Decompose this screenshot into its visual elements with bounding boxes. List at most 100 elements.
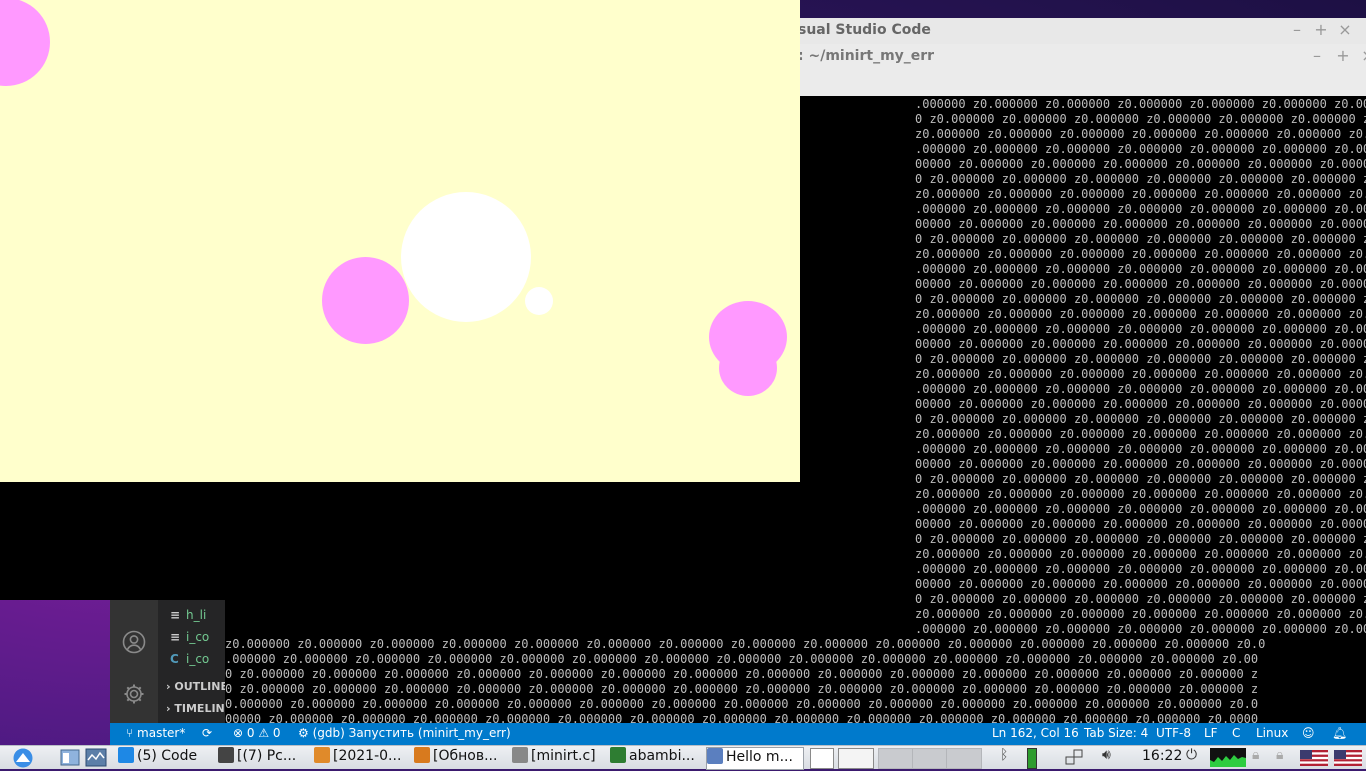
terminal-line: z0.000000 z0.000000 z0.000000 z0.000000 …	[915, 187, 1366, 201]
file-item[interactable]: Ci_co	[170, 652, 209, 666]
status-bar: ⑂ master* ⟳ ⊗ 0 ⚠ 0 ⚙ (gdb) Запустить (m…	[110, 723, 1366, 745]
maximize-icon[interactable]: +	[1311, 20, 1331, 39]
terminal-line: .000000 z0.000000 z0.000000 z0.000000 z0…	[915, 322, 1366, 336]
taskbar-task[interactable]: Hello m...	[706, 747, 804, 770]
terminal-line: 0 z0.000000 z0.000000 z0.000000 z0.00000…	[915, 172, 1366, 186]
image-viewer-icon	[314, 747, 330, 763]
terminal-close-icon[interactable]: ×	[1358, 46, 1366, 65]
system-monitor-icon[interactable]	[85, 748, 107, 767]
terminal-line: 0 z0.000000 z0.000000 z0.000000 z0.00000…	[225, 667, 1259, 681]
minimize-icon[interactable]: –	[1287, 20, 1307, 39]
terminal-line: .000000 z0.000000 z0.000000 z0.000000 z0…	[915, 442, 1366, 456]
file-manager-icon[interactable]	[60, 749, 80, 766]
terminal-line: .000000 z0.000000 z0.000000 z0.000000 z0…	[915, 97, 1366, 111]
chevron-right-icon: ›	[166, 702, 171, 715]
taskbar-task[interactable]: [minirt.c]	[512, 747, 606, 768]
taskbar: (5) Code [(7) Pc... [2021-0... [Обнов... [mi…	[0, 745, 1366, 770]
terminal-line: 0 z0.000000 z0.000000 z0.000000 z0.00000…	[915, 412, 1366, 426]
us-flag-icon[interactable]	[1300, 750, 1328, 766]
window-list-icon[interactable]	[810, 748, 834, 769]
terminal-line: .000000 z0.000000 z0.000000 z0.000000 z0…	[915, 382, 1366, 396]
feedback-icon[interactable]: ☺	[1302, 726, 1315, 740]
terminal-line: .000000 z0.000000 z0.000000 z0.000000 z0…	[915, 502, 1366, 516]
bluetooth-icon[interactable]: ᛒ	[1000, 747, 1008, 763]
clock[interactable]: 16:22	[1142, 748, 1182, 764]
lock-icon[interactable]: 🔒︎	[1276, 747, 1283, 763]
taskbar-task-label: [Обнов...	[433, 748, 498, 764]
workspace-1[interactable]	[838, 748, 874, 769]
render-canvas	[0, 0, 800, 482]
terminal-icon	[610, 747, 626, 763]
sphere	[322, 257, 409, 344]
git-branch-icon: ⑂	[126, 726, 134, 740]
terminal-maximize-icon[interactable]: +	[1333, 46, 1353, 65]
file-item[interactable]: ≡ h_li	[170, 608, 206, 622]
sphere	[525, 287, 553, 315]
terminal-line: .000000 z0.000000 z0.000000 z0.000000 z0…	[915, 202, 1366, 216]
taskbar-task-label: [(7) Pc...	[237, 748, 297, 764]
problems-indicator[interactable]: ⊗ 0 ⚠ 0	[233, 726, 281, 740]
sync-icon[interactable]: ⟳	[202, 726, 212, 740]
taskbar-task[interactable]: [Обнов...	[414, 747, 508, 768]
cpu-monitor-graph	[1210, 748, 1246, 767]
bell-icon[interactable]: 🔔︎	[1332, 726, 1347, 740]
cpu-graph-icon	[1210, 755, 1246, 767]
taskbar-task[interactable]: [(7) Pc...	[218, 747, 310, 768]
debug-icon: ⚙	[298, 726, 309, 740]
lock-icon[interactable]: 🔒︎	[1252, 747, 1259, 763]
taskbar-task-label: Hello m...	[726, 749, 793, 765]
timeline-section[interactable]: › TIMELINE	[166, 702, 225, 715]
language-mode[interactable]: C	[1232, 726, 1240, 740]
gear-icon[interactable]	[122, 682, 146, 706]
terminal-line: z0.000000 z0.000000 z0.000000 z0.000000 …	[915, 307, 1366, 321]
package-icon	[414, 747, 430, 763]
file-item[interactable]: ≡ i_co	[170, 630, 209, 644]
outline-section[interactable]: › OUTLINE	[166, 680, 225, 693]
debug-launch[interactable]: ⚙ (gdb) Запустить (minirt_my_err)	[298, 726, 511, 740]
tab-size[interactable]: Tab Size: 4	[1084, 726, 1148, 740]
taskbar-task[interactable]: abambi...	[610, 747, 702, 768]
taskbar-task-label: abambi...	[629, 748, 695, 764]
encoding[interactable]: UTF-8	[1156, 726, 1191, 740]
os-indicator[interactable]: Linux	[1256, 726, 1288, 740]
terminal-line: z0.000000 z0.000000 z0.000000 z0.000000 …	[915, 427, 1366, 441]
us-flag-icon[interactable]	[1334, 750, 1362, 766]
sphere	[719, 340, 777, 396]
cursor-position[interactable]: Ln 162, Col 16	[992, 726, 1079, 740]
terminal-line: 0 z0.000000 z0.000000 z0.000000 z0.00000…	[915, 352, 1366, 366]
account-icon[interactable]	[122, 630, 146, 654]
taskbar-task[interactable]: [2021-0...	[314, 747, 410, 768]
network-icon[interactable]	[1064, 748, 1084, 767]
terminal-line: .000000 z0.000000 z0.000000 z0.000000 z0…	[915, 562, 1366, 576]
close-icon[interactable]: ×	[1335, 20, 1355, 39]
battery-icon[interactable]	[1027, 748, 1037, 769]
taskbar-task-label: (5) Code	[137, 748, 198, 764]
workspace-4[interactable]	[946, 748, 982, 769]
terminal-line: 0.000000 z0.000000 z0.000000 z0.000000 z…	[225, 697, 1259, 711]
terminal-line: 0 z0.000000 z0.000000 z0.000000 z0.00000…	[915, 592, 1366, 606]
taskbar-task[interactable]: (5) Code	[118, 747, 214, 768]
terminal-line: z0.000000 z0.000000 z0.000000 z0.000000 …	[915, 247, 1366, 261]
end-of-line[interactable]: LF	[1204, 726, 1218, 740]
taskbar-task-label: [2021-0...	[333, 748, 402, 764]
terminal-line: 00000 z0.000000 z0.000000 z0.000000 z0.0…	[915, 277, 1366, 291]
terminal-line: 0 z0.000000 z0.000000 z0.000000 z0.00000…	[915, 112, 1366, 126]
volume-icon[interactable]: 🔊︎	[1102, 747, 1111, 763]
branch-indicator[interactable]: ⑂ master*	[126, 726, 185, 740]
terminal-line: 0 z0.000000 z0.000000 z0.000000 z0.00000…	[915, 232, 1366, 246]
terminal-minimize-icon[interactable]: –	[1307, 46, 1327, 65]
chevron-right-icon: ›	[166, 680, 171, 693]
terminal-line: z0.000000 z0.000000 z0.000000 z0.000000 …	[915, 547, 1366, 561]
folder-icon	[218, 747, 234, 763]
workspace-2[interactable]	[878, 748, 914, 769]
terminal-line: 0 z0.000000 z0.000000 z0.000000 z0.00000…	[225, 682, 1259, 696]
terminal-line: .000000 z0.000000 z0.000000 z0.000000 z0…	[225, 652, 1259, 666]
terminal-line: z0.000000 z0.000000 z0.000000 z0.000000 …	[915, 127, 1366, 141]
power-icon[interactable]: ⏻	[1186, 747, 1197, 763]
text-editor-icon	[512, 747, 528, 763]
start-menu-icon[interactable]	[10, 747, 36, 768]
terminal-line: 00000 z0.000000 z0.000000 z0.000000 z0.0…	[915, 337, 1366, 351]
terminal-line: 0 z0.000000 z0.000000 z0.000000 z0.00000…	[915, 472, 1366, 486]
terminal-line: .000000 z0.000000 z0.000000 z0.000000 z0…	[915, 622, 1366, 636]
workspace-3[interactable]	[912, 748, 948, 769]
